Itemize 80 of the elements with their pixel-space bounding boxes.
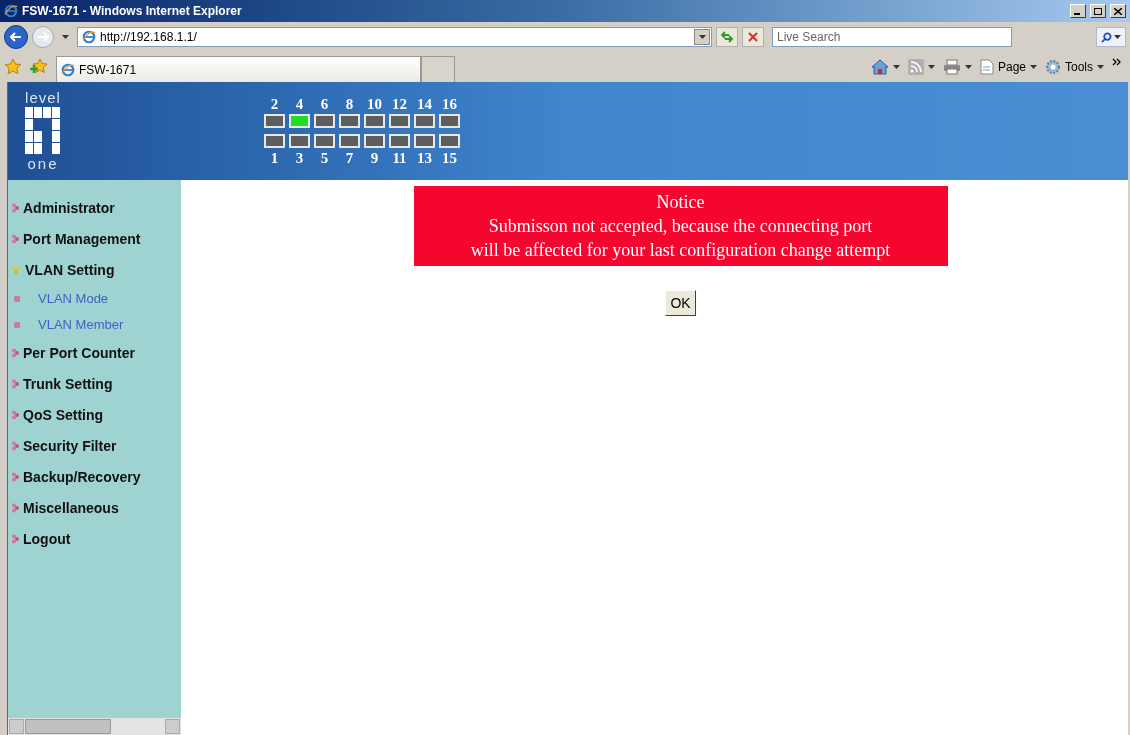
sidebar-item[interactable]: Miscellaneous [23, 498, 119, 518]
sidebar-subitem[interactable]: VLAN Mode [38, 292, 109, 306]
collapsed-arrow-icon [11, 348, 19, 358]
sidebar-item[interactable]: Security Filter [23, 436, 117, 456]
refresh-arrows-icon [720, 31, 734, 43]
collapsed-arrow-icon [11, 234, 19, 244]
port-number: 1 [270, 150, 279, 166]
minimize-icon[interactable] [1070, 4, 1086, 18]
port-number: 13 [417, 150, 432, 166]
sidebar-item[interactable]: Backup/Recovery [23, 467, 141, 487]
expanded-arrow-icon [11, 266, 21, 274]
window-title: FSW-1671 - Windows Internet Explorer [22, 3, 243, 20]
caret-icon[interactable] [62, 35, 69, 39]
port-number: 11 [392, 150, 407, 166]
collapsed-arrow-icon [11, 472, 19, 482]
sidebar-item[interactable]: Per Port Counter [23, 343, 135, 363]
sidebar-item[interactable]: Trunk Setting [23, 374, 113, 394]
bullet-icon [14, 296, 20, 302]
notice-title: Notice [656, 191, 705, 214]
caret-icon[interactable] [927, 65, 935, 69]
horizontal-scrollbar[interactable] [8, 718, 181, 735]
sidebar-item[interactable]: QoS Setting [23, 405, 104, 425]
command-button[interactable]: Tools [1065, 58, 1093, 76]
collapsed-arrow-icon [11, 534, 19, 544]
logo-text: one [27, 157, 59, 171]
port-number: 16 [442, 96, 457, 112]
back-button[interactable] [4, 25, 28, 49]
logo-text: level [25, 91, 61, 105]
right-arrow-icon [37, 32, 49, 42]
left-arrow-icon [10, 32, 22, 42]
sidebar-item[interactable]: Port Management [23, 229, 141, 249]
caret-icon[interactable] [1097, 65, 1104, 69]
sidebar-item[interactable]: VLAN Setting [25, 260, 115, 280]
ie-logo-icon [61, 62, 75, 77]
close-icon[interactable] [1110, 4, 1126, 18]
search-button[interactable] [1096, 27, 1126, 47]
port-number: 6 [320, 96, 329, 112]
caret-icon[interactable] [698, 35, 706, 39]
sidebar-item[interactable]: Administrator [23, 198, 115, 218]
port-number: 5 [320, 150, 329, 166]
port-number: 10 [367, 96, 382, 112]
collapsed-arrow-icon [11, 441, 19, 451]
bullet-icon [14, 322, 20, 328]
port-number: 7 [345, 150, 354, 166]
port-number: 3 [295, 150, 304, 166]
search-icon [1101, 31, 1112, 43]
favorites-star-icon[interactable] [4, 58, 22, 76]
sidebar-subitem[interactable]: VLAN Member [38, 318, 124, 332]
ie-logo-icon [4, 4, 18, 18]
maximize-icon[interactable] [1090, 4, 1106, 18]
sidebar-item[interactable]: Logout [23, 529, 71, 549]
notice-message: will be affected for your last configuration change attempt [470, 239, 891, 262]
stop-button[interactable] [742, 27, 764, 47]
port-number: 14 [417, 96, 432, 112]
port-number: 12 [392, 96, 407, 112]
port-number: 9 [370, 150, 379, 166]
collapsed-arrow-icon [11, 410, 19, 420]
caret-icon[interactable] [1030, 65, 1037, 69]
refresh-button[interactable] [716, 27, 738, 47]
port-number: 2 [270, 96, 279, 112]
printer-icon[interactable] [942, 59, 961, 75]
caret-icon[interactable] [1114, 35, 1121, 39]
close-icon [748, 32, 758, 42]
ok-button[interactable]: OK [665, 290, 696, 316]
command-button[interactable]: Page [997, 58, 1026, 76]
caret-icon[interactable] [892, 65, 900, 69]
port-number: 15 [442, 150, 457, 166]
collapsed-arrow-icon [11, 503, 19, 513]
address-field[interactable]: http://192.168.1.1/ [77, 27, 712, 47]
gear-icon[interactable] [1045, 59, 1061, 75]
port-number: 4 [295, 96, 304, 112]
collapsed-arrow-icon [11, 379, 19, 389]
logo-grid-icon [25, 107, 61, 155]
browser-tab[interactable]: FSW-1671 [56, 56, 421, 82]
home-icon[interactable] [870, 59, 889, 75]
caret-icon[interactable] [964, 65, 972, 69]
port-number: 8 [345, 96, 354, 112]
collapsed-arrow-icon [11, 203, 19, 213]
notice-message: Submisson not accepted, because the connecting port [488, 215, 873, 238]
search-field[interactable]: Live Search [772, 27, 1012, 47]
